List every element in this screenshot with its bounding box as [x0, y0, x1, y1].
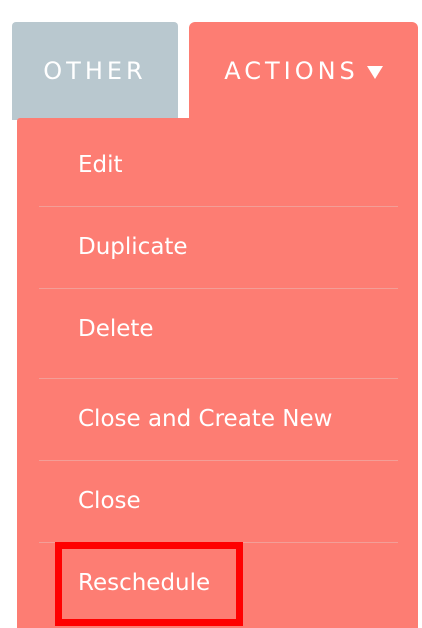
actions-dropdown-menu: Edit Duplicate Delete Close and Create N… — [17, 118, 418, 628]
tab-actions[interactable]: ACTIONS — [189, 22, 418, 120]
menu-divider — [39, 206, 398, 207]
menu-divider — [39, 288, 398, 289]
menu-item-reschedule[interactable]: Reschedule — [78, 569, 210, 597]
menu-divider — [39, 542, 398, 543]
tab-actions-label: ACTIONS — [224, 57, 359, 85]
menu-divider — [39, 460, 398, 461]
menu-item-close-and-create-new[interactable]: Close and Create New — [78, 405, 332, 433]
tab-other[interactable]: OTHER — [12, 22, 178, 120]
menu-item-edit[interactable]: Edit — [78, 151, 123, 179]
caret-down-icon — [366, 65, 383, 79]
menu-divider — [39, 378, 398, 379]
menu-item-delete[interactable]: Delete — [78, 315, 154, 343]
tab-other-label: OTHER — [43, 57, 147, 85]
menu-item-duplicate[interactable]: Duplicate — [78, 233, 188, 261]
actions-menu-screenshot: OTHER ACTIONS Edit Duplicate Delete Clos… — [0, 0, 422, 628]
menu-item-close[interactable]: Close — [78, 487, 141, 515]
